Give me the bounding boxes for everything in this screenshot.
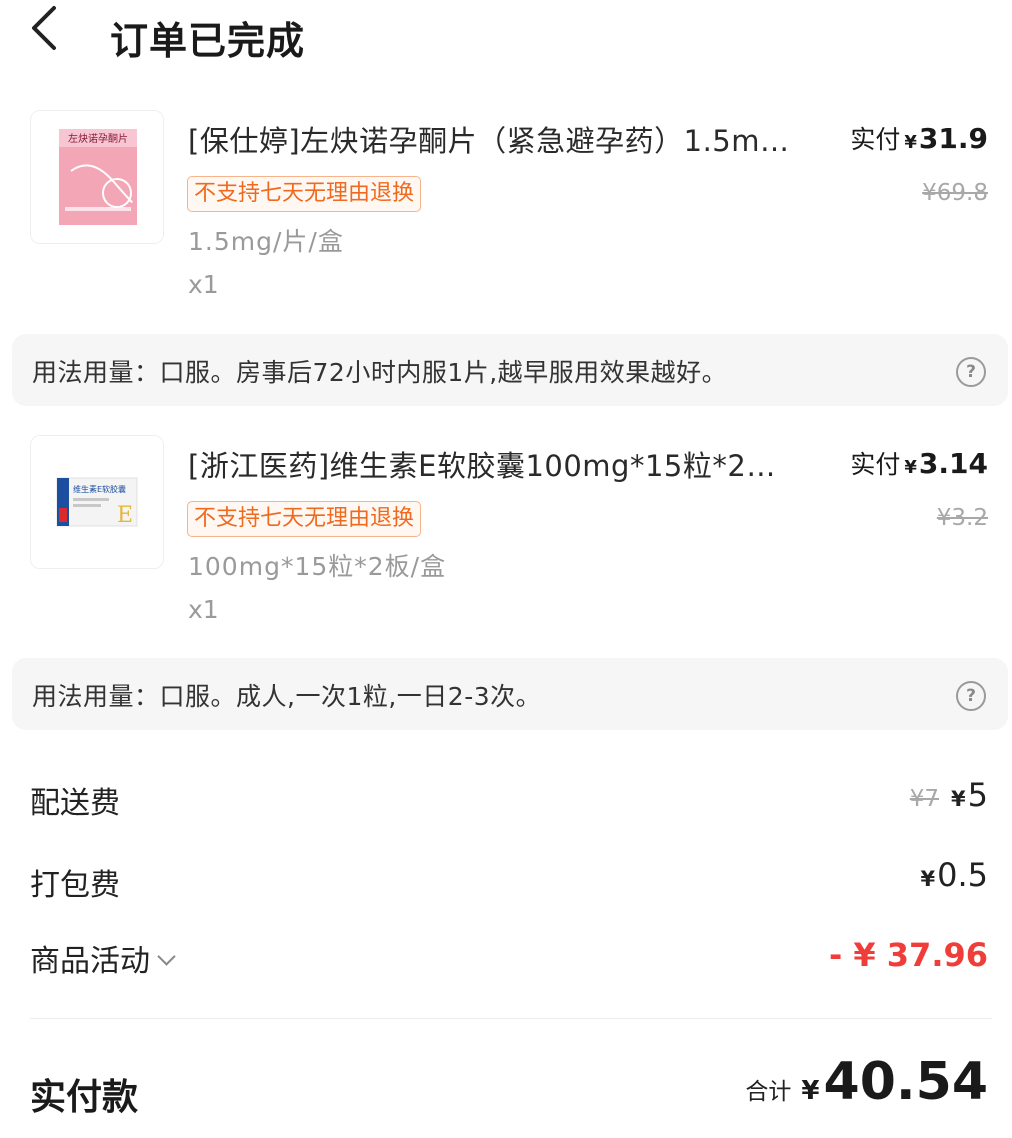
product-item[interactable]: 维生素E软胶囊 E [浙江医药]维生素E软胶囊100mg*15粒*2板/盒 不支… <box>0 435 1012 665</box>
original-price: ¥3.2 <box>936 505 988 531</box>
product-name[interactable]: [浙江医药]维生素E软胶囊100mg*15粒*2板/盒 <box>188 443 803 485</box>
product-thumbnail[interactable]: 维生素E软胶囊 E <box>30 435 164 569</box>
usage-text: 用法用量：口服。成人,一次1粒,一日2-3次。 <box>32 682 542 711</box>
usage-info: 用法用量：口服。房事后72小时内服1片,越早服用效果越好。 ? <box>12 334 1008 406</box>
thumb-label: 左炔诺孕酮片 <box>68 132 128 145</box>
paid-amount: 3.14 <box>918 447 988 480</box>
paid-label: 实付 <box>850 450 901 479</box>
paid-label: 实付 <box>850 125 901 154</box>
product-spec: 1.5mg/片/盒 <box>188 227 344 256</box>
currency-symbol: ¥ <box>920 867 936 891</box>
currency-symbol: ¥ <box>951 787 966 811</box>
delivery-fee-label: 配送费 <box>30 786 120 821</box>
usage-text: 用法用量：口服。房事后72小时内服1片,越早服用效果越好。 <box>32 358 728 387</box>
paid-price: 实付 ¥31.9 <box>850 120 988 156</box>
total-label: 实付款 <box>30 1077 139 1118</box>
product-image: 左炔诺孕酮片 <box>31 111 163 243</box>
product-name[interactable]: [保仕婷]左炔诺孕酮片（紧急避孕药）1.5mg/片/盒 <box>188 118 803 160</box>
currency-symbol: ¥ <box>904 457 917 478</box>
product-quantity: x1 <box>188 595 219 624</box>
usage-info: 用法用量：口服。成人,一次1粒,一日2-3次。 ? <box>12 658 1008 730</box>
currency-symbol: ¥ <box>801 1076 820 1106</box>
currency-symbol: ¥ <box>904 132 917 153</box>
chevron-left-icon[interactable] <box>26 4 66 52</box>
help-icon[interactable]: ? <box>956 681 986 711</box>
packing-fee-amount: 0.5 <box>937 856 988 894</box>
total-value: 40.54 <box>823 1052 988 1112</box>
svg-text:E: E <box>117 503 133 528</box>
packing-fee-value: ¥0.5 <box>920 856 988 894</box>
product-thumbnail[interactable]: 左炔诺孕酮片 <box>30 110 164 244</box>
product-quantity: x1 <box>188 270 219 299</box>
no-return-badge: 不支持七天无理由退换 <box>187 501 422 537</box>
delivery-fee-value: ¥7 ¥5 <box>910 776 988 814</box>
page-title: 订单已完成 <box>110 19 306 63</box>
product-spec: 100mg*15粒*2板/盒 <box>188 552 447 581</box>
header: 订单已完成 <box>0 0 1012 70</box>
delivery-fee-original: ¥7 <box>909 786 940 812</box>
activity-value: - ¥ 37.96 <box>829 936 988 974</box>
delivery-fee-amount: 5 <box>967 776 988 814</box>
activity-discount: - ¥ 37.96 <box>828 936 988 974</box>
activity-label-text: 商品活动 <box>30 944 150 979</box>
product-item[interactable]: 左炔诺孕酮片 [保仕婷]左炔诺孕酮片（紧急避孕药）1.5mg/片/盒 不支持七天… <box>0 110 1012 340</box>
packing-fee-label: 打包费 <box>30 868 120 903</box>
chevron-down-icon <box>157 947 176 966</box>
activity-label[interactable]: 商品活动 <box>30 936 176 980</box>
no-return-badge: 不支持七天无理由退换 <box>187 176 422 212</box>
packing-fee-row: 打包费 ¥0.5 <box>0 856 1012 906</box>
thumb-label: 维生素E软胶囊 <box>73 484 126 494</box>
total-amount: 合计 ¥40.54 <box>745 1052 988 1112</box>
paid-price: 实付 ¥3.14 <box>850 445 988 481</box>
original-price: ¥69.8 <box>922 180 988 206</box>
total-tag: 合计 <box>745 1079 792 1105</box>
paid-amount: 31.9 <box>918 122 988 155</box>
delivery-fee-row: 配送费 ¥7 ¥5 <box>0 776 1012 826</box>
divider <box>30 1018 992 1019</box>
product-image: 维生素E软胶囊 E <box>31 436 163 568</box>
activity-row[interactable]: 商品活动 - ¥ 37.96 <box>0 936 1012 986</box>
help-icon[interactable]: ? <box>956 357 986 387</box>
